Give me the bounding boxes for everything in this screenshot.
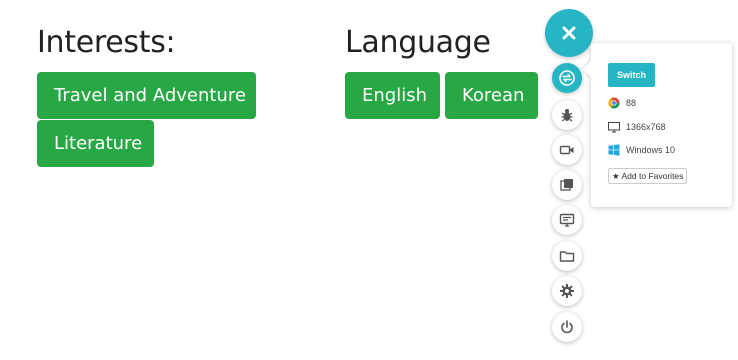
display-icon xyxy=(559,213,575,227)
switch-browser-button[interactable] xyxy=(552,63,582,93)
language-heading: Language xyxy=(345,25,491,60)
interests-heading: Interests: xyxy=(37,25,176,60)
add-to-favorites-button[interactable]: ★ Add to Favorites xyxy=(608,168,688,184)
power-icon xyxy=(561,320,573,334)
language-tag-english[interactable]: English xyxy=(345,72,440,119)
resolution-row: 1366x768 xyxy=(608,120,666,134)
bug-icon xyxy=(561,109,573,122)
switch-icon xyxy=(559,70,575,86)
files-button[interactable] xyxy=(552,241,582,271)
os-name: Windows 10 xyxy=(626,145,676,155)
chrome-icon xyxy=(608,97,620,109)
language-tag-korean[interactable]: Korean xyxy=(445,72,538,119)
folder-icon xyxy=(559,251,575,262)
os-row: Windows 10 xyxy=(608,143,675,157)
gear-icon xyxy=(560,284,574,298)
screenshots-icon xyxy=(560,179,573,191)
end-session-button[interactable] xyxy=(552,312,582,342)
close-icon xyxy=(562,26,576,40)
screenshots-button[interactable] xyxy=(552,170,582,200)
windows-icon xyxy=(608,144,620,156)
video-icon xyxy=(559,145,574,155)
switch-button[interactable]: Switch xyxy=(608,63,655,87)
browser-switch-popover: Switch 88 1366x768 Windows 10 ★ Add to F… xyxy=(582,43,732,207)
bug-report-button[interactable] xyxy=(552,100,582,130)
popover-arrow xyxy=(582,60,600,78)
browser-version: 88 xyxy=(626,98,637,108)
interest-tag-literature[interactable]: Literature xyxy=(37,120,154,167)
settings-button[interactable] xyxy=(552,276,582,306)
browser-version-row: 88 xyxy=(608,96,636,110)
record-video-button[interactable] xyxy=(552,135,582,165)
interest-tag-travel[interactable]: Travel and Adventure xyxy=(37,72,256,119)
display-settings-button[interactable] xyxy=(552,205,582,235)
screen-resolution: 1366x768 xyxy=(626,122,666,132)
close-toolbar-button[interactable] xyxy=(545,9,593,57)
monitor-icon xyxy=(608,121,620,133)
